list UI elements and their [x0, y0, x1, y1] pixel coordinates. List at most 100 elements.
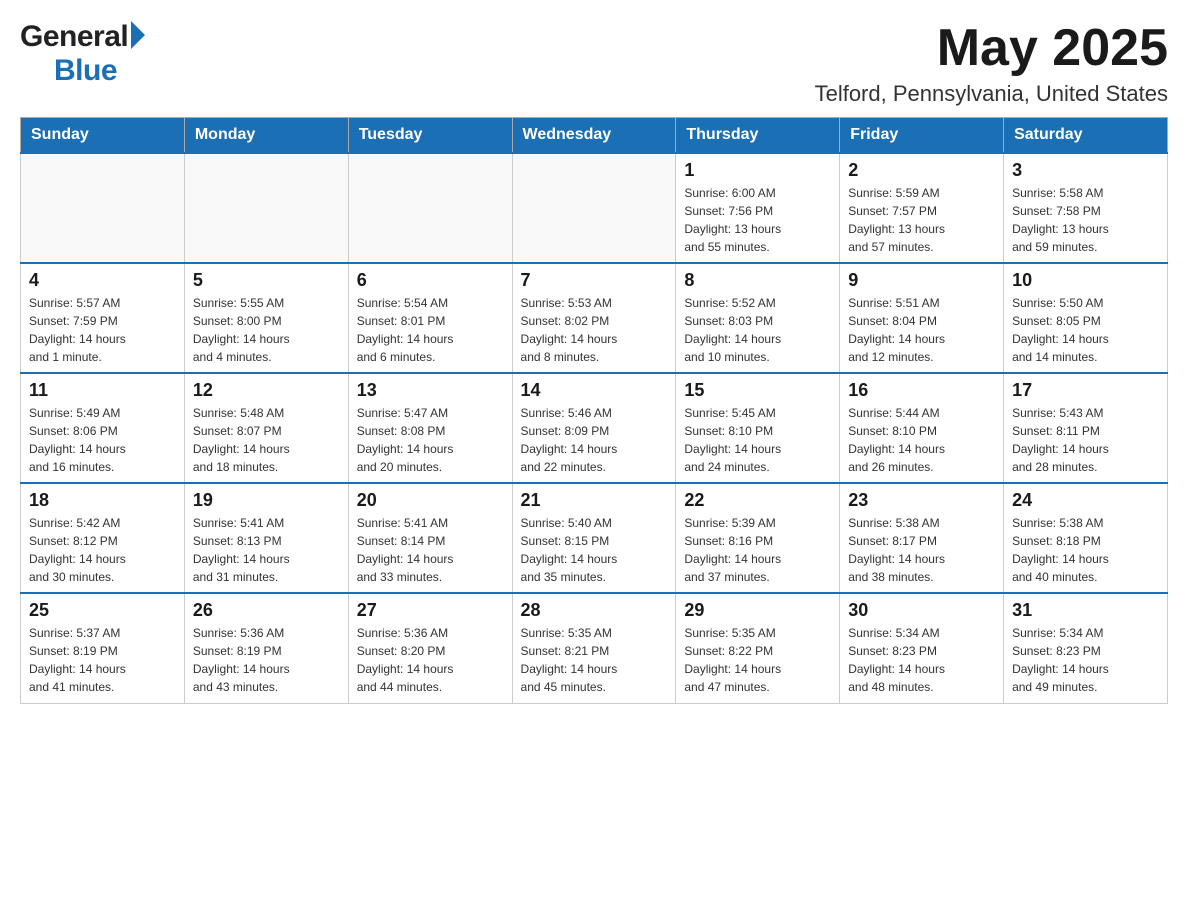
day-number: 14: [521, 380, 668, 401]
calendar-week-row: 25Sunrise: 5:37 AM Sunset: 8:19 PM Dayli…: [21, 593, 1168, 703]
calendar-day-cell: 30 Sunrise: 5:34 AM Sunset: 8:23 PM Dayli…: [840, 593, 1004, 703]
day-info: Sunrise: 5:59 AM Sunset: 7:57 PM Dayligh…: [848, 184, 995, 256]
calendar-day-cell: 24 Sunrise: 5:38 AM Sunset: 8:18 PM Dayli…: [1004, 483, 1168, 593]
col-saturday: Saturday: [1004, 118, 1168, 154]
day-info: Sunrise: 5:47 AM Sunset: 8:08 PM Dayligh…: [357, 404, 504, 476]
calendar-day-cell: 28 Sunrise: 5:35 AM Sunset: 8:21 PM Dayli…: [512, 593, 676, 703]
day-number: 23: [848, 490, 995, 511]
day-info: Sunrise: 6:00 AM Sunset: 7:56 PM Dayligh…: [684, 184, 831, 256]
calendar-day-cell: 18Sunrise: 5:42 AM Sunset: 8:12 PM Dayli…: [21, 483, 185, 593]
col-friday: Friday: [840, 118, 1004, 154]
day-info: Sunrise: 5:41 AM Sunset: 8:14 PM Dayligh…: [357, 514, 504, 586]
page-header: General Blue May 2025 Telford, Pennsylva…: [20, 20, 1168, 107]
calendar-day-cell: 5Sunrise: 5:55 AM Sunset: 8:00 PM Daylig…: [184, 263, 348, 373]
day-info: Sunrise: 5:51 AM Sunset: 8:04 PM Dayligh…: [848, 294, 995, 366]
day-info: Sunrise: 5:49 AM Sunset: 8:06 PM Dayligh…: [29, 404, 176, 476]
day-info: Sunrise: 5:38 AM Sunset: 8:17 PM Dayligh…: [848, 514, 995, 586]
location-label: Telford, Pennsylvania, United States: [815, 81, 1168, 107]
col-tuesday: Tuesday: [348, 118, 512, 154]
day-number: 4: [29, 270, 176, 291]
logo-blue-text: Blue: [20, 54, 117, 88]
day-number: 22: [684, 490, 831, 511]
day-number: 30: [848, 600, 995, 621]
day-number: 24: [1012, 490, 1159, 511]
day-number: 7: [521, 270, 668, 291]
calendar-day-cell: 17 Sunrise: 5:43 AM Sunset: 8:11 PM Dayli…: [1004, 373, 1168, 483]
title-area: May 2025 Telford, Pennsylvania, United S…: [815, 20, 1168, 107]
day-number: 20: [357, 490, 504, 511]
day-number: 3: [1012, 160, 1159, 181]
calendar-day-cell: 11 Sunrise: 5:49 AM Sunset: 8:06 PM Dayli…: [21, 373, 185, 483]
day-info: Sunrise: 5:38 AM Sunset: 8:18 PM Dayligh…: [1012, 514, 1159, 586]
day-info: Sunrise: 5:40 AM Sunset: 8:15 PM Dayligh…: [521, 514, 668, 586]
day-number: 16: [848, 380, 995, 401]
calendar-week-row: 18Sunrise: 5:42 AM Sunset: 8:12 PM Dayli…: [21, 483, 1168, 593]
month-title: May 2025: [815, 20, 1168, 77]
day-number: 9: [848, 270, 995, 291]
col-sunday: Sunday: [21, 118, 185, 154]
calendar-day-cell: 21 Sunrise: 5:40 AM Sunset: 8:15 PM Dayli…: [512, 483, 676, 593]
day-number: 13: [357, 380, 504, 401]
day-info: Sunrise: 5:36 AM Sunset: 8:20 PM Dayligh…: [357, 624, 504, 696]
day-number: 12: [193, 380, 340, 401]
col-wednesday: Wednesday: [512, 118, 676, 154]
day-info: Sunrise: 5:50 AM Sunset: 8:05 PM Dayligh…: [1012, 294, 1159, 366]
calendar-day-cell: 31 Sunrise: 5:34 AM Sunset: 8:23 PM Dayli…: [1004, 593, 1168, 703]
col-thursday: Thursday: [676, 118, 840, 154]
calendar-day-cell: [348, 153, 512, 263]
day-number: 25: [29, 600, 176, 621]
calendar-day-cell: 20 Sunrise: 5:41 AM Sunset: 8:14 PM Dayli…: [348, 483, 512, 593]
day-info: Sunrise: 5:45 AM Sunset: 8:10 PM Dayligh…: [684, 404, 831, 476]
day-info: Sunrise: 5:39 AM Sunset: 8:16 PM Dayligh…: [684, 514, 831, 586]
day-info: Sunrise: 5:34 AM Sunset: 8:23 PM Dayligh…: [848, 624, 995, 696]
day-info: Sunrise: 5:53 AM Sunset: 8:02 PM Dayligh…: [521, 294, 668, 366]
day-number: 19: [193, 490, 340, 511]
day-info: Sunrise: 5:35 AM Sunset: 8:21 PM Dayligh…: [521, 624, 668, 696]
calendar-day-cell: 29 Sunrise: 5:35 AM Sunset: 8:22 PM Dayli…: [676, 593, 840, 703]
calendar-week-row: 4Sunrise: 5:57 AM Sunset: 7:59 PM Daylig…: [21, 263, 1168, 373]
calendar-week-row: 1 Sunrise: 6:00 AM Sunset: 7:56 PM Daylig…: [21, 153, 1168, 263]
calendar-day-cell: 22 Sunrise: 5:39 AM Sunset: 8:16 PM Dayli…: [676, 483, 840, 593]
calendar-day-cell: 10Sunrise: 5:50 AM Sunset: 8:05 PM Dayli…: [1004, 263, 1168, 373]
calendar-day-cell: 25Sunrise: 5:37 AM Sunset: 8:19 PM Dayli…: [21, 593, 185, 703]
calendar-day-cell: 9 Sunrise: 5:51 AM Sunset: 8:04 PM Daylig…: [840, 263, 1004, 373]
day-number: 29: [684, 600, 831, 621]
day-number: 31: [1012, 600, 1159, 621]
calendar-week-row: 11 Sunrise: 5:49 AM Sunset: 8:06 PM Dayli…: [21, 373, 1168, 483]
day-number: 1: [684, 160, 831, 181]
calendar-day-cell: 19 Sunrise: 5:41 AM Sunset: 8:13 PM Dayli…: [184, 483, 348, 593]
day-number: 17: [1012, 380, 1159, 401]
day-info: Sunrise: 5:44 AM Sunset: 8:10 PM Dayligh…: [848, 404, 995, 476]
day-number: 11: [29, 380, 176, 401]
calendar-header-row: Sunday Monday Tuesday Wednesday Thursday…: [21, 118, 1168, 154]
calendar-day-cell: 8 Sunrise: 5:52 AM Sunset: 8:03 PM Daylig…: [676, 263, 840, 373]
calendar-day-cell: 15Sunrise: 5:45 AM Sunset: 8:10 PM Dayli…: [676, 373, 840, 483]
calendar-day-cell: 3 Sunrise: 5:58 AM Sunset: 7:58 PM Daylig…: [1004, 153, 1168, 263]
logo-general-text: General: [20, 20, 128, 54]
day-number: 2: [848, 160, 995, 181]
calendar-day-cell: [184, 153, 348, 263]
day-number: 18: [29, 490, 176, 511]
day-info: Sunrise: 5:35 AM Sunset: 8:22 PM Dayligh…: [684, 624, 831, 696]
day-info: Sunrise: 5:43 AM Sunset: 8:11 PM Dayligh…: [1012, 404, 1159, 476]
day-info: Sunrise: 5:41 AM Sunset: 8:13 PM Dayligh…: [193, 514, 340, 586]
day-info: Sunrise: 5:52 AM Sunset: 8:03 PM Dayligh…: [684, 294, 831, 366]
calendar-day-cell: 26Sunrise: 5:36 AM Sunset: 8:19 PM Dayli…: [184, 593, 348, 703]
calendar-day-cell: 13 Sunrise: 5:47 AM Sunset: 8:08 PM Dayli…: [348, 373, 512, 483]
logo-chevron-icon: [131, 21, 145, 49]
day-number: 28: [521, 600, 668, 621]
day-info: Sunrise: 5:48 AM Sunset: 8:07 PM Dayligh…: [193, 404, 340, 476]
calendar-day-cell: 1 Sunrise: 6:00 AM Sunset: 7:56 PM Daylig…: [676, 153, 840, 263]
day-number: 21: [521, 490, 668, 511]
logo: General Blue: [20, 20, 145, 88]
calendar-day-cell: [21, 153, 185, 263]
day-info: Sunrise: 5:34 AM Sunset: 8:23 PM Dayligh…: [1012, 624, 1159, 696]
calendar-day-cell: 27 Sunrise: 5:36 AM Sunset: 8:20 PM Dayli…: [348, 593, 512, 703]
calendar-day-cell: 4Sunrise: 5:57 AM Sunset: 7:59 PM Daylig…: [21, 263, 185, 373]
day-number: 27: [357, 600, 504, 621]
day-info: Sunrise: 5:36 AM Sunset: 8:19 PM Dayligh…: [193, 624, 340, 696]
col-monday: Monday: [184, 118, 348, 154]
day-info: Sunrise: 5:54 AM Sunset: 8:01 PM Dayligh…: [357, 294, 504, 366]
day-info: Sunrise: 5:58 AM Sunset: 7:58 PM Dayligh…: [1012, 184, 1159, 256]
day-number: 8: [684, 270, 831, 291]
